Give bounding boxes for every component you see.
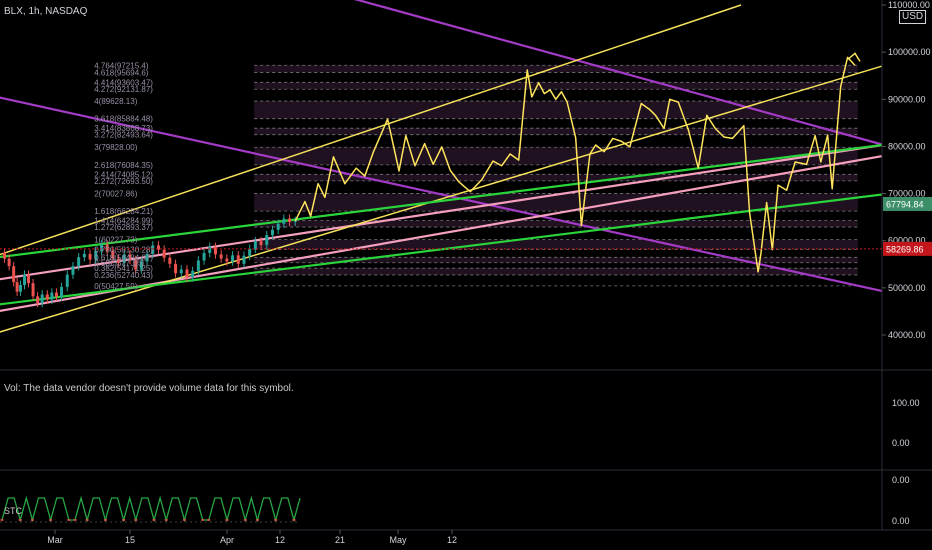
price-candle-body bbox=[282, 218, 286, 224]
fib-level-label: 2(70027.86) bbox=[94, 189, 137, 198]
price-candle-body bbox=[168, 257, 172, 264]
fib-level-label: 1(60227.73) bbox=[94, 236, 137, 245]
purple-trendline bbox=[353, 0, 882, 146]
currency-label[interactable]: USD bbox=[899, 10, 927, 24]
volume-tick-label: 100.00 bbox=[892, 398, 920, 408]
time-tick-label: 15 bbox=[125, 535, 135, 545]
time-tick-label: 12 bbox=[275, 535, 285, 545]
price-candle-body bbox=[40, 294, 44, 303]
volume-message: Vol: The data vendor doesn't provide vol… bbox=[4, 383, 294, 394]
time-tick-label: May bbox=[389, 535, 407, 545]
chart-root: 4.764(97215.4) 4.618(95694.6) 4.414(93603.… bbox=[0, 0, 932, 550]
fib-level-label: 2.618(76084.35) bbox=[94, 161, 153, 170]
stc-line bbox=[1, 495, 301, 523]
fib-level-label: 3.618(85884.48) bbox=[94, 115, 153, 124]
price-candle-body bbox=[208, 246, 212, 253]
price-badge-label: 67794.84 bbox=[886, 199, 924, 209]
price-candle-body bbox=[288, 218, 292, 222]
price-candle-body bbox=[276, 223, 280, 230]
price-candle-body bbox=[3, 252, 7, 259]
price-candle-body bbox=[60, 286, 64, 297]
fib-level-label: 4.618(95694.6) bbox=[94, 68, 149, 77]
price-candle-body bbox=[219, 254, 223, 259]
price-candle-body bbox=[231, 255, 235, 262]
stc-tick-label: 0.00 bbox=[892, 475, 910, 485]
price-tick-label: 110000.00 bbox=[888, 0, 930, 10]
price-candle-body bbox=[82, 253, 86, 258]
price-candle-body bbox=[19, 285, 23, 292]
fib-level-label: 4.272(92131.87) bbox=[94, 85, 153, 94]
fib-zone bbox=[254, 101, 858, 119]
price-candle-body bbox=[293, 220, 297, 222]
price-candle-body bbox=[71, 266, 75, 275]
stc-tick-label: 0.00 bbox=[892, 516, 910, 526]
fib-level-label: 0(50427.59) bbox=[94, 282, 137, 291]
price-candle-body bbox=[242, 255, 246, 264]
chart-canvas[interactable]: 4.764(97215.4)4.618(95694.6)4.414(93603.… bbox=[0, 0, 932, 550]
fib-zone bbox=[254, 65, 858, 73]
price-candle-body bbox=[12, 266, 16, 283]
price-candle-body bbox=[77, 257, 81, 267]
price-candle-body bbox=[65, 274, 69, 287]
price-candle-body bbox=[7, 258, 11, 267]
price-candle-body bbox=[162, 249, 166, 258]
fib-level-label: 1.272(62893.37) bbox=[94, 223, 153, 232]
price-candle-body bbox=[265, 235, 269, 245]
price-candle-body bbox=[213, 246, 217, 255]
symbol-info[interactable]: BLX, 1h, NASDAQ bbox=[4, 6, 87, 17]
price-candle-body bbox=[185, 269, 189, 278]
fib-level-label: 4(89628.13) bbox=[94, 97, 137, 106]
volume-tick-label: 0.00 bbox=[892, 438, 910, 448]
price-candle-body bbox=[31, 283, 35, 297]
price-tick-label: 50000.00 bbox=[888, 283, 926, 293]
time-tick-label: Apr bbox=[220, 535, 234, 545]
price-candle-body bbox=[236, 255, 240, 264]
time-tick-label: Mar bbox=[47, 535, 63, 545]
price-tick-label: 90000.00 bbox=[888, 94, 926, 104]
price-candle-body bbox=[191, 270, 195, 278]
price-tick-label: 100000.00 bbox=[888, 47, 931, 57]
fib-level-label: 0.236(52740.43) bbox=[94, 271, 153, 280]
fib-zone bbox=[254, 268, 858, 275]
fib-level-label: 1.618(66284.21) bbox=[94, 207, 153, 216]
fib-zone bbox=[254, 82, 858, 90]
price-candle-body bbox=[45, 294, 49, 300]
price-candle-body bbox=[196, 260, 200, 271]
fib-zone bbox=[254, 239, 858, 250]
stc-label: STC bbox=[4, 506, 22, 516]
price-candle-body bbox=[225, 258, 229, 262]
price-candle-body bbox=[27, 274, 30, 284]
price-candle-body bbox=[174, 263, 178, 274]
price-candle-body bbox=[270, 229, 274, 236]
price-tick-label: 40000.00 bbox=[888, 330, 926, 340]
fib-level-label: 3(79828.00) bbox=[94, 143, 137, 152]
price-candle-body bbox=[253, 241, 257, 249]
fib-level-label: 3.272(82493.64) bbox=[94, 131, 153, 140]
price-candle-body bbox=[202, 252, 206, 261]
fib-level-label: 2.272(72693.50) bbox=[94, 177, 153, 186]
time-tick-label: 21 bbox=[335, 535, 345, 545]
price-candle-body bbox=[54, 292, 58, 297]
price-candle-body bbox=[15, 282, 19, 292]
price-tick-label: 80000.00 bbox=[888, 141, 926, 151]
time-tick-label: 12 bbox=[447, 535, 457, 545]
price-candle-body bbox=[259, 241, 263, 245]
price-candle-body bbox=[50, 292, 54, 300]
price-candle-body bbox=[248, 248, 252, 256]
fib-zone bbox=[254, 128, 858, 135]
price-candle-body bbox=[179, 269, 183, 274]
price-candle-body bbox=[36, 296, 40, 303]
price-candle-body bbox=[88, 253, 92, 260]
price-badge-label: 58269.86 bbox=[886, 244, 924, 254]
price-candle-body bbox=[23, 274, 27, 286]
